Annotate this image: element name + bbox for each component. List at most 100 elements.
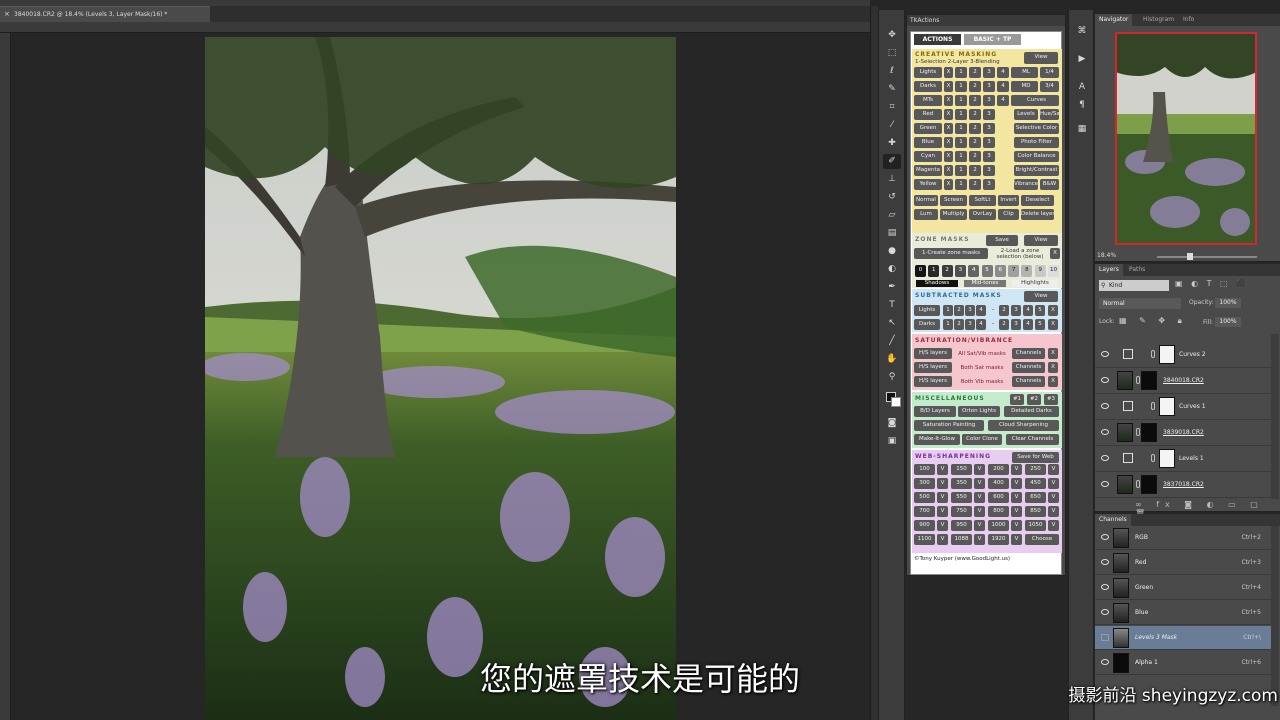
creative-row-label[interactable]: Magenta xyxy=(914,165,942,176)
healing-brush-tool-icon[interactable]: ✚ xyxy=(883,136,901,151)
visibility-eye-icon[interactable] xyxy=(1101,377,1109,383)
web-view-button[interactable]: V xyxy=(1048,478,1059,489)
tab-layers[interactable]: Layers xyxy=(1095,264,1123,276)
web-view-button[interactable]: V xyxy=(937,506,948,517)
tab-histogram[interactable]: Histogram xyxy=(1139,14,1178,26)
subtracted-row-label[interactable]: Lights xyxy=(914,305,940,316)
layer-row[interactable]: 3837018.CR2 xyxy=(1095,472,1271,498)
web-view-button[interactable]: V xyxy=(974,492,985,503)
hs-layers-button[interactable]: H/S layers xyxy=(914,376,952,387)
creative-row-number[interactable]: 3 xyxy=(983,151,995,162)
web-size-button[interactable]: 500 xyxy=(914,492,935,503)
web-size-button[interactable]: 700 xyxy=(914,506,935,517)
subtracted-left-number[interactable]: 3 xyxy=(965,305,975,316)
lasso-tool-icon[interactable]: ℓ xyxy=(883,64,901,79)
misc-tag-3[interactable]: #3 xyxy=(1044,394,1058,405)
subtracted-left-number[interactable]: 2 xyxy=(954,305,964,316)
creative-row-label[interactable]: Blue xyxy=(914,137,942,148)
layer-row[interactable]: Curves 2 xyxy=(1095,342,1271,368)
creative-row-number[interactable]: 1 xyxy=(955,151,967,162)
zone-save-button[interactable]: Save xyxy=(986,235,1018,246)
move-tool-icon[interactable]: ✥ xyxy=(883,28,901,43)
zone-number-button[interactable]: 4 xyxy=(968,265,980,277)
channel-row[interactable]: Red Ctrl+3 xyxy=(1095,551,1271,575)
actions-panel-icon[interactable]: ▶ xyxy=(1073,52,1091,67)
creative-row-number[interactable]: 2 xyxy=(969,151,981,162)
channels-scrollbar[interactable] xyxy=(1271,526,1279,706)
misc-action-button[interactable]: Clear Channels xyxy=(1006,434,1059,445)
creative-row-number[interactable]: 3 xyxy=(983,123,995,134)
web-size-button[interactable]: 1088 xyxy=(951,534,972,545)
eraser-tool-icon[interactable]: ▱ xyxy=(883,208,901,223)
saturation-channels-button[interactable]: Channels xyxy=(1012,362,1045,373)
web-view-button[interactable]: V xyxy=(974,534,985,545)
creative-row-number[interactable]: 1 xyxy=(955,123,967,134)
navigator-zoom-slider[interactable] xyxy=(1157,256,1257,258)
layer-name[interactable]: Curves 2 xyxy=(1179,351,1206,358)
creative-row-number[interactable]: 3 xyxy=(983,95,995,106)
creative-row-number[interactable]: 3 xyxy=(983,109,995,120)
web-size-button[interactable]: 350 xyxy=(951,478,972,489)
creative-row-clear[interactable]: X xyxy=(944,67,953,78)
creative-row-clear[interactable]: X xyxy=(944,95,953,106)
document-tab[interactable]: × 3840018.CR2 @ 18.4% (Levels 3, Layer M… xyxy=(0,6,210,22)
web-size-button[interactable]: 1920 xyxy=(988,534,1009,545)
blend-mode-button[interactable]: OvrLay xyxy=(969,209,996,220)
misc-tag-2[interactable]: #2 xyxy=(1027,394,1041,405)
load-zone-selection-text[interactable]: 2-Load a zone selection (below) xyxy=(992,248,1048,260)
web-view-button[interactable]: V xyxy=(1011,534,1022,545)
creative-row-action[interactable]: Photo Filter xyxy=(1014,137,1059,148)
saturation-channels-button[interactable]: Channels xyxy=(1012,376,1045,387)
tab-info[interactable]: Info xyxy=(1179,14,1198,26)
creative-row-label[interactable]: Darks xyxy=(914,81,942,92)
creative-row-number[interactable]: 4 xyxy=(997,95,1009,106)
web-size-button[interactable]: 100 xyxy=(914,464,935,475)
subtracted-left-number[interactable]: 4 xyxy=(976,305,986,316)
web-view-button[interactable]: V xyxy=(937,464,948,475)
channel-row[interactable]: Alpha 1 Ctrl+6 xyxy=(1095,651,1271,675)
saturation-mask-label[interactable]: Both Vib masks xyxy=(954,379,1010,385)
tab-paths[interactable]: Paths xyxy=(1125,264,1149,276)
creative-row-number[interactable]: 1 xyxy=(955,165,967,176)
zone-number-button[interactable]: 8 xyxy=(1021,265,1033,277)
tool-presets-icon[interactable]: ▦ xyxy=(1073,122,1091,137)
creative-row-number[interactable]: 1 xyxy=(955,67,967,78)
blend-mode-button[interactable]: Multiply xyxy=(940,209,967,220)
channel-row[interactable]: Levels 3 Mask Ctrl+\ xyxy=(1095,626,1271,650)
web-view-button[interactable]: V xyxy=(1048,492,1059,503)
web-view-button[interactable]: V xyxy=(974,520,985,531)
blur-tool-icon[interactable]: ● xyxy=(883,244,901,259)
misc-action-button[interactable]: Make-It-Glow xyxy=(914,434,960,445)
layer-filter-icons[interactable]: ▣ ◐ T ⬚ ⬛ xyxy=(1175,279,1270,291)
web-view-button[interactable]: V xyxy=(1011,492,1022,503)
web-view-button[interactable]: V xyxy=(974,506,985,517)
creative-row-clear[interactable]: X xyxy=(944,81,953,92)
blend-mode-button[interactable]: Delete layer xyxy=(1021,209,1054,220)
subtracted-right-number[interactable]: 3 xyxy=(1011,319,1021,330)
creative-row-number[interactable]: 3 xyxy=(983,165,995,176)
web-size-button[interactable]: 850 xyxy=(1025,506,1046,517)
saturation-clear[interactable]: X xyxy=(1048,362,1058,373)
subtracted-left-number[interactable]: 3 xyxy=(965,319,975,330)
layer-row[interactable]: Levels 1 xyxy=(1095,446,1271,472)
creative-row-number[interactable]: 1 xyxy=(955,81,967,92)
zoom-tool-icon[interactable]: ⚲ xyxy=(883,370,901,385)
creative-row-number[interactable]: 4 xyxy=(997,67,1009,78)
layer-name[interactable]: Levels 1 xyxy=(1179,455,1204,462)
layer-name[interactable]: 3840018.CR2 xyxy=(1163,377,1204,384)
subtracted-left-number[interactable]: 1 xyxy=(943,305,953,316)
zone-number-button[interactable]: 1 xyxy=(928,265,940,277)
creative-row-clear[interactable]: X xyxy=(944,109,953,120)
subtracted-right-number[interactable]: 2 xyxy=(999,305,1009,316)
creative-row-clear[interactable]: X xyxy=(944,123,953,134)
creative-row-number[interactable]: 1 xyxy=(955,179,967,190)
web-size-button[interactable]: 250 xyxy=(1025,464,1046,475)
web-size-button[interactable]: 650 xyxy=(1025,492,1046,503)
web-view-button[interactable]: V xyxy=(937,520,948,531)
web-size-button[interactable]: 550 xyxy=(951,492,972,503)
subtracted-clear[interactable]: X xyxy=(1048,319,1058,330)
hs-layers-button[interactable]: H/S layers xyxy=(914,348,952,359)
paragraph-panel-icon[interactable]: ¶ xyxy=(1073,98,1091,113)
web-size-button[interactable]: 950 xyxy=(951,520,972,531)
channel-row[interactable]: Green Ctrl+4 xyxy=(1095,576,1271,600)
